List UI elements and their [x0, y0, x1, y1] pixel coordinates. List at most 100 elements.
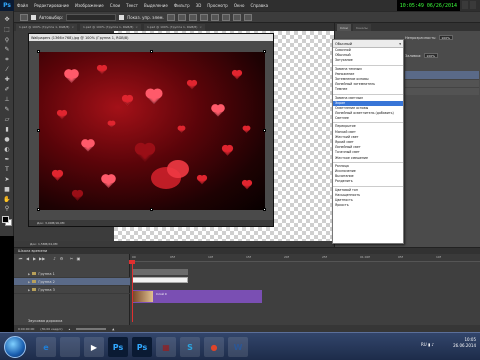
menu-window[interactable]: Окно: [231, 3, 248, 8]
fill-field[interactable]: 100%: [424, 53, 439, 58]
eraser-tool-icon[interactable]: ▱: [3, 117, 11, 123]
expand-arrow-icon[interactable]: ▶: [28, 288, 30, 292]
timeline-layer-row-selected[interactable]: ▶ Группа 2: [14, 278, 130, 286]
crop-tool-icon[interactable]: ⌗: [3, 57, 11, 63]
zoom-slider[interactable]: [76, 327, 107, 330]
blend-mode-dropdown[interactable]: Обычный ▾ Сквозной Обычный Затухание Замена…: [332, 39, 404, 244]
brush-tool-icon[interactable]: ✐: [3, 87, 11, 93]
play-icon[interactable]: ▶: [32, 256, 37, 261]
next-frame-icon[interactable]: ▶▶: [39, 256, 45, 261]
menu-type[interactable]: Текст: [123, 3, 141, 8]
distribute-icon[interactable]: [243, 13, 252, 21]
menu-3d[interactable]: 3D: [193, 3, 205, 8]
layer-track[interactable]: [132, 269, 188, 275]
history-brush-tool-icon[interactable]: ✎: [3, 107, 11, 113]
distribute-icon[interactable]: [210, 13, 219, 21]
zoom-in-icon[interactable]: ▲: [112, 327, 114, 331]
quick-select-tool-icon[interactable]: ✎: [3, 47, 11, 53]
close-button[interactable]: [470, 1, 476, 9]
tray-clock[interactable]: 10:05 26.06.2014: [453, 337, 476, 349]
prev-frame-icon[interactable]: ◀: [25, 256, 30, 261]
expand-arrow-icon[interactable]: ▶: [28, 272, 30, 276]
type-tool-icon[interactable]: T: [3, 167, 11, 173]
minimize-button[interactable]: [462, 1, 468, 9]
taskbar-app-icon[interactable]: S: [180, 337, 200, 357]
document-tab[interactable]: 1.psd @ 100% (Группа 1, RGB/8) ×: [16, 23, 77, 31]
autoselect-target-select[interactable]: [66, 13, 117, 21]
zoom-tool-icon[interactable]: ⚲: [3, 206, 11, 212]
align-icon[interactable]: [199, 13, 208, 21]
align-icon[interactable]: [188, 13, 197, 21]
gradient-tool-icon[interactable]: ▮: [3, 127, 11, 133]
transform-handle[interactable]: [37, 129, 40, 132]
taskbar-app-icon[interactable]: ●: [204, 337, 224, 357]
menu-view[interactable]: Просмотр: [204, 3, 231, 8]
volume-icon[interactable]: ♪: [431, 342, 434, 347]
pen-tool-icon[interactable]: ✒: [3, 157, 11, 163]
settings-gear-icon[interactable]: ⚙: [59, 256, 64, 261]
taskbar-app-icon[interactable]: e: [36, 337, 56, 357]
transform-handle[interactable]: [37, 50, 40, 53]
audio-track-row[interactable]: Звуковая дорожка: [14, 317, 130, 325]
lasso-tool-icon[interactable]: ϙ: [3, 37, 11, 43]
document-tab[interactable]: 1.psd @ 100% (Группа 1, RGB/8) ×: [143, 23, 205, 31]
document-tab[interactable]: 1.psd @ 100% (Группа 1, RGB/8) ×: [79, 23, 141, 31]
close-icon[interactable]: ×: [199, 25, 202, 29]
shape-tool-icon[interactable]: ■: [3, 187, 11, 193]
layer-row[interactable]: [405, 87, 479, 95]
blend-mode-option[interactable]: Яркость: [333, 203, 403, 208]
transform-handle[interactable]: [263, 50, 266, 53]
taskbar-app-icon[interactable]: ▶: [84, 337, 104, 357]
distribute-icon[interactable]: [221, 13, 230, 21]
close-icon[interactable]: ×: [135, 25, 138, 29]
split-icon[interactable]: ✂: [69, 256, 74, 261]
transform-handle[interactable]: [150, 208, 153, 211]
playhead-line[interactable]: [132, 260, 133, 322]
clone-tool-icon[interactable]: ⊥: [3, 97, 11, 103]
transition-icon[interactable]: ▣: [76, 256, 81, 261]
tab-channels[interactable]: Каналы: [352, 24, 371, 31]
mute-icon[interactable]: ♪: [52, 256, 57, 261]
language-indicator[interactable]: RU: [421, 342, 427, 347]
align-icon[interactable]: [166, 13, 175, 21]
menu-filter[interactable]: Фильтр: [171, 3, 193, 8]
move-tool-preset-icon[interactable]: [20, 13, 28, 21]
document-window[interactable]: Wallpapers (1366×768).jpg @ 100% (Группа…: [28, 33, 274, 227]
show-controls-checkbox[interactable]: [119, 14, 125, 20]
timeline-layer-row[interactable]: ▶ Группа 3: [14, 286, 130, 294]
opacity-field[interactable]: 100%: [439, 35, 454, 40]
layer-row-selected[interactable]: [405, 71, 479, 79]
healing-tool-icon[interactable]: ✚: [3, 77, 11, 83]
hearts-image[interactable]: [39, 52, 265, 210]
layer-track-selected[interactable]: [132, 277, 188, 283]
blend-mode-select[interactable]: Обычный ▾: [333, 40, 403, 48]
dodge-tool-icon[interactable]: ◐: [3, 147, 11, 153]
move-tool-icon[interactable]: ✥: [3, 17, 11, 23]
menu-image[interactable]: Изображение: [72, 3, 107, 8]
close-icon[interactable]: ×: [71, 25, 74, 29]
path-select-tool-icon[interactable]: ➤: [3, 177, 11, 183]
zoom-out-icon[interactable]: ▴: [69, 327, 71, 331]
layer-row[interactable]: [405, 79, 479, 87]
menu-file[interactable]: Файл: [14, 3, 31, 8]
autoselect-checkbox[interactable]: [31, 14, 36, 20]
menu-layer[interactable]: Слои: [107, 3, 123, 8]
eyedropper-tool-icon[interactable]: ⁄: [3, 67, 11, 73]
menu-select[interactable]: Выделение: [141, 3, 171, 8]
network-icon[interactable]: ▮: [428, 342, 430, 347]
time-ruler[interactable]: 00 05f 10f 15f 20f 25f 01:00f 05f 10f: [130, 254, 480, 262]
taskbar-app-icon[interactable]: W: [228, 337, 248, 357]
transform-handle[interactable]: [150, 50, 153, 53]
document-title[interactable]: Wallpapers (1366×768).jpg @ 100% (Группа…: [29, 34, 273, 41]
tab-layers[interactable]: Слои: [337, 24, 351, 31]
start-button[interactable]: [4, 336, 26, 358]
taskbar-app-icon[interactable]: Ps: [132, 337, 152, 357]
taskbar-app-icon[interactable]: Ps: [108, 337, 128, 357]
transform-handle[interactable]: [263, 208, 266, 211]
menu-help[interactable]: Справка: [247, 3, 271, 8]
first-frame-icon[interactable]: ⏮: [18, 256, 23, 261]
expand-arrow-icon[interactable]: ▶: [28, 280, 30, 284]
foreground-color-swatch[interactable]: [2, 216, 9, 223]
menu-edit[interactable]: Редактирование: [31, 3, 72, 8]
hand-tool-icon[interactable]: ✋: [3, 197, 11, 203]
